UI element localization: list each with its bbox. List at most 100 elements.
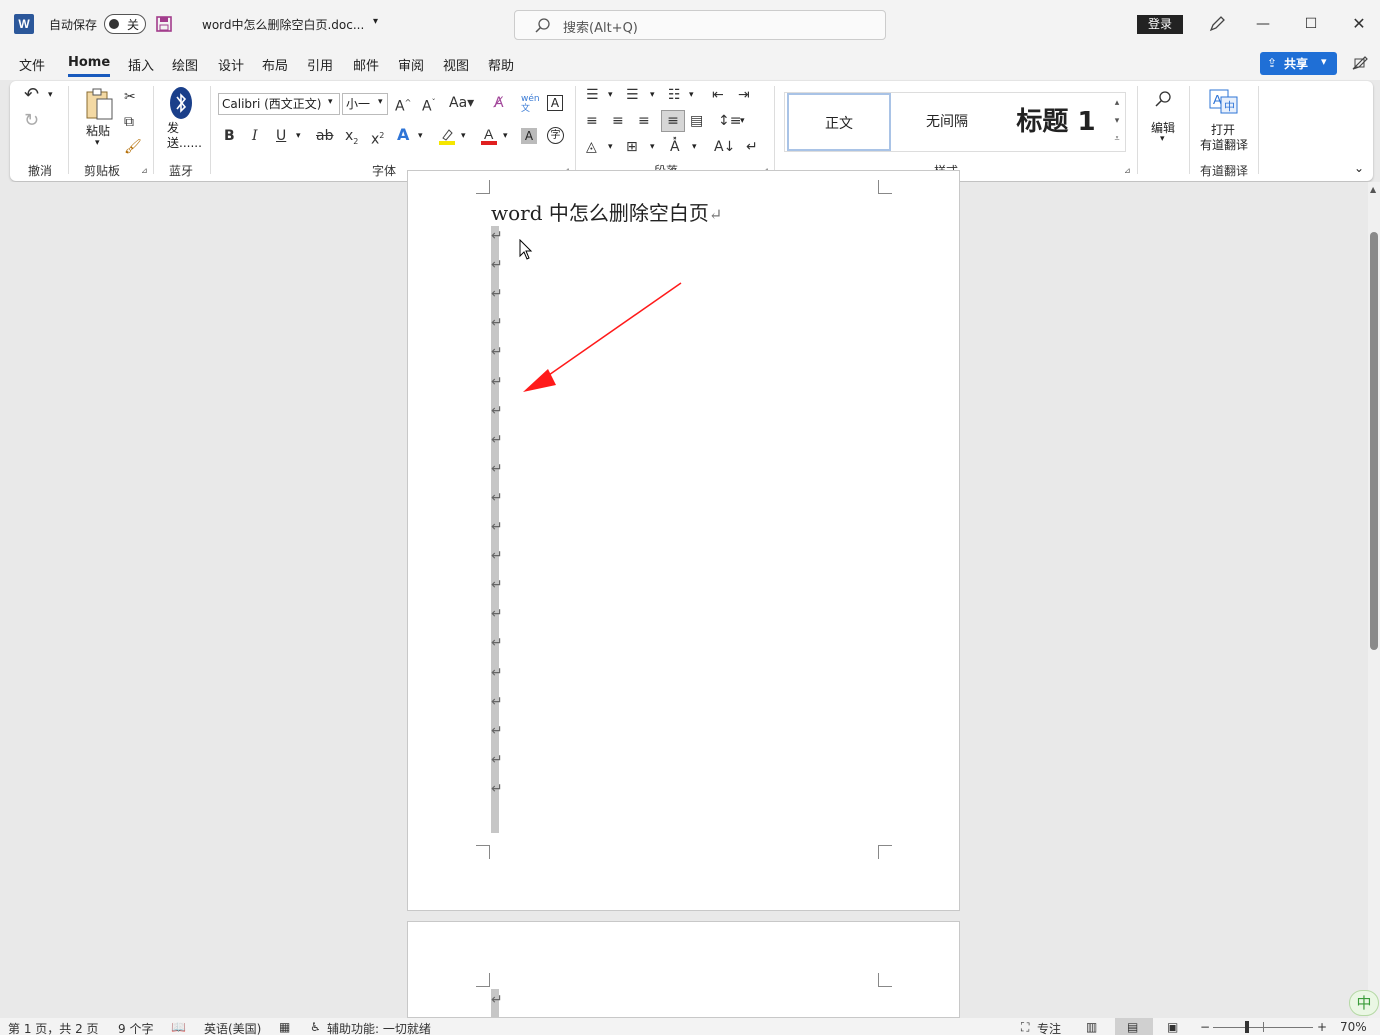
scroll-thumb[interactable] [1370,232,1378,650]
clipboard-launcher-icon[interactable]: ⊿ [141,166,148,175]
youdao-translate-label[interactable]: 有道翻译 [1200,136,1248,153]
tab-draw[interactable]: 绘图 [172,55,198,74]
zoom-level[interactable]: 70% [1340,1020,1367,1034]
numbering-icon[interactable]: ☰ [626,86,639,104]
shrink-font-icon[interactable]: Aˇ [422,94,436,116]
chinese-layout-icon[interactable]: A̽ [670,138,680,156]
editing-dropdown-icon[interactable]: ▾ [1160,134,1165,144]
pen-icon[interactable] [1207,14,1227,34]
bullets-dropdown-icon[interactable]: ▾ [608,90,613,100]
decrease-indent-icon[interactable]: ⇤ [712,86,724,104]
text-effects-dropdown-icon[interactable]: ▾ [418,131,423,141]
bold-icon[interactable]: B [224,127,235,145]
sort-icon[interactable]: A↓ [714,138,735,156]
empty-paragraph-mark[interactable]: ↵ [491,694,503,710]
macro-icon[interactable]: ▦ [279,1020,290,1034]
tab-design[interactable]: 设计 [218,55,244,74]
styles-scroll[interactable]: ▴ ▾ ⩡ [1110,94,1124,150]
empty-paragraph-mark[interactable]: ↵ [491,490,503,506]
proofing-icon[interactable]: 📖 [171,1020,186,1034]
chinese-layout-dropdown-icon[interactable]: ▾ [692,142,697,152]
share-button[interactable]: ⇪ 共享 ▾ [1260,52,1337,75]
tab-layout[interactable]: 布局 [262,55,288,74]
empty-paragraph-mark[interactable]: ↵ [491,781,503,797]
focus-icon[interactable]: ⛶ [1021,1020,1029,1035]
change-case-icon[interactable]: Aa▾ [449,94,474,112]
subscript-icon[interactable]: x2 [345,127,358,151]
pilcrow-page2[interactable]: ↵ [491,992,503,1008]
strikethrough-icon[interactable]: ab [316,127,333,145]
style-heading-1[interactable]: 标题 1 [1003,93,1109,151]
zoom-slider-thumb[interactable] [1245,1021,1249,1033]
empty-paragraph-mark[interactable]: ↵ [491,548,503,564]
align-left-icon[interactable]: ≡ [586,112,598,130]
multilevel-list-icon[interactable]: ☷ [668,86,681,104]
style-normal[interactable]: 正文 [787,93,891,151]
tab-help[interactable]: 帮助 [488,55,514,74]
web-layout-icon[interactable]: ▣ [1167,1020,1178,1034]
char-shading-icon[interactable]: A [521,128,537,144]
bluetooth-icon[interactable] [170,87,192,119]
highlight-icon[interactable] [438,126,456,146]
numbering-dropdown-icon[interactable]: ▾ [650,90,655,100]
tab-view[interactable]: 视图 [443,55,469,74]
shading-dropdown-icon[interactable]: ▾ [608,142,613,152]
underline-dropdown-icon[interactable]: ▾ [296,131,301,141]
empty-paragraph-mark[interactable]: ↵ [491,228,503,244]
align-center-icon[interactable]: ≡ [612,112,624,130]
tab-home[interactable]: Home [68,55,110,70]
empty-paragraph-mark[interactable]: ↵ [491,286,503,302]
empty-paragraph-mark[interactable]: ↵ [491,432,503,448]
tab-references[interactable]: 引用 [307,55,333,74]
font-color-icon[interactable]: A [480,126,498,146]
empty-paragraph-mark[interactable]: ↵ [491,752,503,768]
undo-dropdown-icon[interactable]: ▾ [48,90,53,100]
empty-paragraph-mark[interactable]: ↵ [491,606,503,622]
empty-paragraph-mark[interactable]: ↵ [491,344,503,360]
format-painter-icon[interactable]: 🖌 [124,138,142,156]
superscript-icon[interactable]: x2 [371,127,384,149]
font-color-dropdown-icon[interactable]: ▾ [503,131,508,141]
autosave-toggle[interactable]: 关 [104,14,146,34]
enclose-char-icon[interactable]: 字 [547,127,564,144]
ime-indicator[interactable]: 中 [1349,990,1379,1016]
multilevel-dropdown-icon[interactable]: ▾ [689,90,694,100]
tab-file[interactable]: 文件 [19,55,45,74]
line-spacing-icon[interactable]: ↕≡ [718,112,741,130]
empty-paragraph-mark[interactable]: ↵ [491,315,503,331]
zoom-out-icon[interactable]: − [1200,1020,1210,1034]
cut-icon[interactable]: ✂ [124,88,136,106]
paste-icon[interactable] [84,87,114,121]
minimize-icon[interactable]: — [1253,14,1273,34]
comments-icon[interactable] [1351,55,1369,73]
document-name[interactable]: word中怎么删除空白页.doc... [202,16,364,33]
scroll-up-icon[interactable]: ▲ [1370,185,1376,194]
doc-name-dropdown-icon[interactable]: ▾ [373,16,378,27]
youdao-translate-icon[interactable]: A中 [1209,88,1239,116]
clear-formatting-icon[interactable]: A̸ [494,94,504,112]
document-heading[interactable]: word 中怎么删除空白页↵ [491,197,722,226]
show-marks-icon[interactable]: ↵ [746,138,758,156]
login-button[interactable]: 登录 [1137,15,1183,34]
highlight-dropdown-icon[interactable]: ▾ [461,131,466,141]
phonetic-guide-icon[interactable]: wén 文 [521,94,540,114]
empty-paragraph-mark[interactable]: ↵ [491,374,503,390]
focus-label[interactable]: 专注 [1037,1020,1061,1035]
increase-indent-icon[interactable]: ⇥ [738,86,750,104]
share-dropdown-icon[interactable]: ▾ [1321,55,1327,68]
accessibility-status[interactable]: 辅助功能: 一切就绪 [327,1020,431,1035]
tab-mailings[interactable]: 邮件 [353,55,379,74]
borders-dropdown-icon[interactable]: ▾ [650,142,655,152]
page-info[interactable]: 第 1 页，共 2 页 [8,1020,99,1035]
read-mode-icon[interactable]: ▥ [1086,1020,1097,1034]
tab-insert[interactable]: 插入 [128,55,154,74]
borders-icon[interactable]: ⊞ [626,138,638,156]
empty-paragraph-mark[interactable]: ↵ [491,723,503,739]
search-box[interactable]: 搜索(Alt+Q) [514,10,886,40]
save-icon[interactable] [156,16,172,32]
empty-paragraph-mark[interactable]: ↵ [491,257,503,273]
print-layout-icon[interactable]: ▤ [1127,1020,1138,1034]
justify-icon[interactable]: ≡ [661,110,685,132]
empty-paragraph-mark[interactable]: ↵ [491,635,503,651]
redo-icon[interactable]: ↻ [24,112,39,130]
